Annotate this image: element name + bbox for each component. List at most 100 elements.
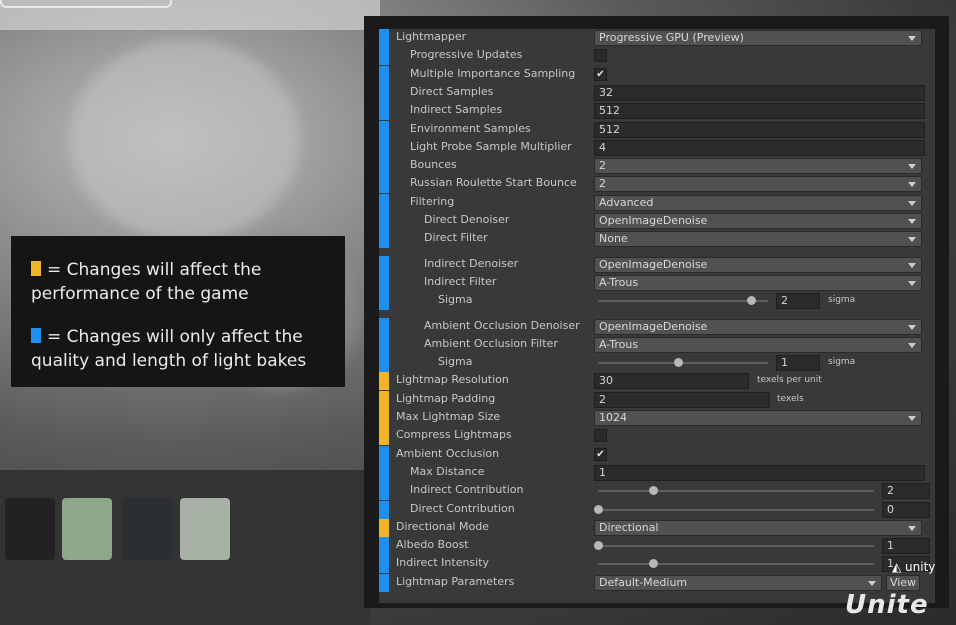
setting-label: Directional Mode — [396, 519, 489, 533]
setting-row-max-lightmap-size: Max Lightmap Size 1024 — [379, 409, 935, 427]
slider-handle[interactable] — [649, 486, 659, 496]
directional-mode-dropdown[interactable]: Directional — [594, 519, 922, 536]
chevron-down-icon — [908, 525, 916, 531]
setting-row-multiple-importance-sampling: Multiple Importance Sampling ✔ — [379, 65, 935, 84]
ambient-occlusion-filter-dropdown[interactable]: A-Trous — [594, 336, 922, 353]
sigma-value-field[interactable]: 1 — [776, 355, 820, 372]
indirect-samples-field[interactable]: 512 — [594, 103, 925, 120]
quality-indicator-bar — [379, 138, 389, 157]
lightmap-parameters-dropdown[interactable]: Default-Medium — [594, 574, 882, 591]
filtering-dropdown[interactable]: Advanced — [594, 194, 922, 211]
lighting-settings-panel: Lightmapper Progressive GPU (Preview) Prog… — [364, 16, 949, 608]
setting-label: Lightmap Parameters — [396, 574, 515, 588]
quality-indicator-bar — [379, 317, 389, 336]
unite-logo: Unite — [845, 590, 929, 620]
lightmap-resolution-field[interactable]: 30 — [594, 373, 749, 390]
legend-quality-text: = Changes will only affect the quality a… — [31, 327, 307, 371]
view-button[interactable]: View — [886, 574, 920, 591]
slider-handle[interactable] — [649, 559, 659, 569]
setting-row-ambient-occlusion: Ambient Occlusion ✔ — [379, 445, 935, 464]
setting-label: Environment Samples — [410, 121, 531, 135]
quality-indicator-bar — [379, 335, 389, 354]
albedo-boost-slider-track[interactable] — [598, 545, 874, 548]
ambient-occlusion-denoiser-dropdown[interactable]: OpenImageDenoise — [594, 318, 922, 335]
indirect-denoiser-dropdown[interactable]: OpenImageDenoise — [594, 256, 922, 273]
background-thumbnail — [122, 498, 172, 560]
slider-handle[interactable] — [594, 541, 603, 551]
quality-indicator-bar — [379, 273, 389, 292]
max-distance-field[interactable]: 1 — [594, 464, 925, 481]
environment-samples-field[interactable]: 512 — [594, 121, 925, 138]
quality-indicator-bar — [379, 175, 389, 194]
setting-row-max-distance: Max Distance 1 — [379, 463, 935, 482]
slider-handle[interactable] — [747, 296, 756, 306]
chevron-down-icon — [908, 262, 916, 268]
unit-label: sigma — [828, 295, 856, 306]
dropdown-value: 2 — [599, 177, 606, 191]
setting-row-russian-roulette-start-bounce: Russian Roulette Start Bounce 2 — [379, 175, 935, 194]
quality-indicator-bar — [379, 102, 389, 121]
background-thumbnail — [180, 498, 230, 560]
chevron-down-icon — [908, 200, 916, 206]
dropdown-value: OpenImageDenoise — [599, 319, 708, 333]
quality-indicator-bar — [379, 555, 389, 574]
dropdown-value: Advanced — [599, 195, 654, 209]
indirect-filter-dropdown[interactable]: A-Trous — [594, 274, 922, 291]
quality-indicator-bar — [379, 537, 389, 556]
setting-row-indirect-denoiser: Indirect Denoiser OpenImageDenoise — [379, 255, 935, 274]
albedo-boost-value-field[interactable]: 1 — [882, 538, 930, 555]
ambient-occlusion-checkbox[interactable]: ✔ — [594, 447, 607, 461]
sigma-slider-track[interactable] — [598, 362, 768, 365]
setting-row-lightmapper: Lightmapper Progressive GPU (Preview) — [379, 29, 935, 47]
quality-indicator-bar — [379, 47, 389, 66]
quality-indicator-bar — [379, 212, 389, 230]
unit-label: sigma — [828, 357, 856, 368]
legend-quality: = Changes will only affect the quality a… — [31, 325, 331, 373]
russian-roulette-start-bounce-dropdown[interactable]: 2 — [594, 176, 922, 193]
chevron-down-icon — [908, 237, 916, 243]
indirect-contribution-value-field[interactable]: 2 — [882, 483, 930, 500]
chevron-down-icon — [908, 36, 916, 41]
lightmap-padding-field[interactable]: 2 — [594, 391, 770, 408]
direct-filter-dropdown[interactable]: None — [594, 231, 922, 248]
setting-row-ambient-occlusion-filter: Ambient Occlusion Filter A-Trous — [379, 335, 935, 354]
max-lightmap-size-dropdown[interactable]: 1024 — [594, 410, 922, 426]
progressive-updates-checkbox[interactable] — [594, 49, 607, 63]
slider-handle[interactable] — [673, 358, 683, 368]
direct-contribution-slider-track[interactable] — [598, 508, 874, 511]
quality-indicator-bar — [379, 463, 389, 482]
setting-row-sigma: Sigma 1 sigma — [379, 354, 935, 373]
sigma-slider-track[interactable] — [598, 300, 768, 303]
legend-performance: = Changes will affect the performance of… — [31, 258, 331, 306]
setting-label: Light Probe Sample Multiplier — [410, 139, 572, 153]
slider-handle[interactable] — [594, 504, 603, 514]
setting-label: Indirect Denoiser — [424, 256, 519, 270]
background-thumbnail — [238, 498, 288, 560]
dropdown-value: 1024 — [599, 411, 627, 424]
light-probe-sample-multiplier-field[interactable]: 4 — [594, 139, 925, 156]
quality-indicator-bar — [379, 445, 389, 464]
dropdown-value: Progressive GPU (Preview) — [599, 31, 744, 44]
setting-label: Sigma — [438, 355, 473, 369]
dropdown-value: OpenImageDenoise — [599, 214, 708, 227]
quality-indicator-bar — [379, 157, 389, 176]
performance-indicator-bar — [379, 372, 389, 391]
lightmapper-dropdown[interactable]: Progressive GPU (Preview) — [594, 30, 922, 46]
multiple-importance-sampling-checkbox[interactable]: ✔ — [594, 67, 607, 81]
quality-indicator-bar — [379, 292, 389, 311]
setting-row-indirect-filter: Indirect Filter A-Trous — [379, 273, 935, 292]
direct-contribution-value-field[interactable]: 0 — [882, 501, 930, 518]
direct-denoiser-dropdown[interactable]: OpenImageDenoise — [594, 213, 922, 229]
indirect-contribution-slider-track[interactable] — [598, 490, 874, 493]
indirect-intensity-slider-track[interactable] — [598, 563, 874, 566]
bounces-dropdown[interactable]: 2 — [594, 158, 922, 175]
setting-label: Ambient Occlusion Denoiser — [424, 318, 580, 332]
setting-label: Ambient Occlusion Filter — [424, 336, 558, 350]
unity-logo-text: unity — [905, 560, 936, 574]
direct-samples-field[interactable]: 32 — [594, 84, 925, 101]
compress-lightmaps-checkbox[interactable] — [594, 429, 607, 443]
setting-label: Indirect Intensity — [396, 556, 490, 570]
setting-row-indirect-contribution: Indirect Contribution 2 — [379, 482, 935, 501]
sigma-value-field[interactable]: 2 — [776, 293, 820, 310]
setting-row-bounces: Bounces 2 — [379, 157, 935, 176]
